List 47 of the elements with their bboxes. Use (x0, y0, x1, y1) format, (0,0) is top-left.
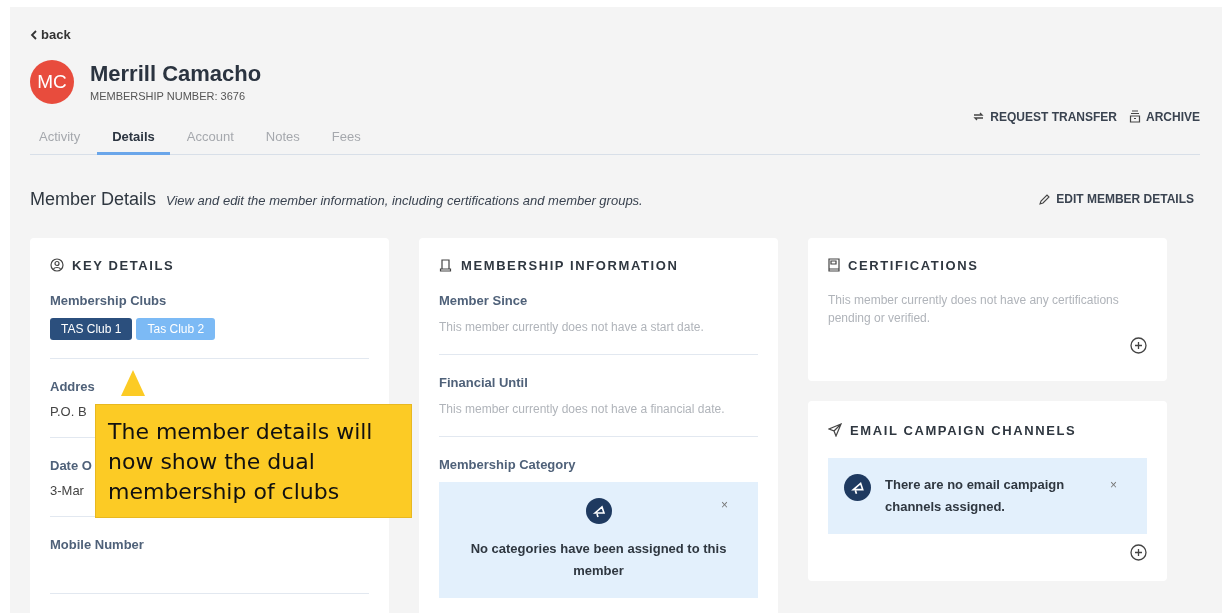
callout-note: The member details will now show the dual membership of clubs (95, 404, 412, 518)
transfer-icon (972, 110, 986, 123)
card-title: KEY DETAILS (72, 257, 175, 273)
tab[interactable]: Notes (250, 116, 315, 155)
field-label: Membership Category (439, 456, 576, 472)
send-icon (828, 423, 842, 437)
card-title: MEMBERSHIP INFORMATION (461, 257, 679, 273)
notice-text: No categories have been assigned to this member (469, 539, 728, 580)
field-value: This member currently does not have a start date. (439, 318, 705, 336)
archive-icon (1129, 110, 1141, 123)
field-label: Addres (50, 378, 95, 394)
club-tag: Tas Club 2 (136, 317, 216, 340)
card-title: CERTIFICATIONS (848, 257, 979, 273)
tab[interactable]: Activity (30, 116, 96, 155)
edit-button[interactable]: EDIT MEMBER DETAILS (1038, 192, 1194, 206)
field-label: Membership Clubs (50, 292, 167, 308)
field-label: Date O (50, 457, 92, 473)
section-subtitle: View and edit the member information, including certifications and member groups. (166, 192, 643, 208)
field-label: Mobile Number (50, 536, 144, 552)
card-title: EMAIL CAMPAIGN CHANNELS (850, 422, 1077, 438)
tab[interactable]: Fees (316, 116, 376, 155)
field-label: Member Since (439, 292, 528, 308)
chevron-left-icon (30, 29, 37, 40)
user-circle-icon (50, 258, 64, 272)
close-button[interactable]: × (1110, 477, 1117, 492)
field-value: 3-Mar (50, 482, 84, 498)
notice-text: There are no email campaign channels assigned. (885, 475, 1066, 516)
field-label: Financial Until (439, 374, 528, 390)
empty-message: This member currently does not have any certifications pending or verified. (828, 291, 1120, 327)
tab[interactable]: Details (97, 116, 170, 155)
pencil-icon (1038, 192, 1052, 206)
archive-button[interactable]: ARCHIVE (1129, 109, 1200, 124)
transfer-button[interactable]: REQUEST TRANSFER (972, 109, 1117, 124)
section-title: Member Details (30, 188, 157, 209)
club-tag: TAS Club 1 (50, 317, 133, 340)
add-button[interactable] (1130, 543, 1147, 561)
callout-pointer (121, 370, 145, 396)
membership-number: MEMBERSHIP NUMBER: 3676 (90, 90, 247, 102)
add-button[interactable] (1130, 336, 1147, 354)
close-button[interactable]: × (721, 497, 728, 512)
member-name: Merrill Camacho (90, 61, 262, 87)
avatar: MC (30, 59, 74, 104)
field-value: P.O. B (50, 403, 87, 419)
book-icon (828, 258, 840, 272)
field-value: This member currently does not have a financial date. (439, 400, 726, 418)
tab[interactable]: Account (171, 116, 249, 155)
back-link[interactable]: back (30, 27, 71, 42)
